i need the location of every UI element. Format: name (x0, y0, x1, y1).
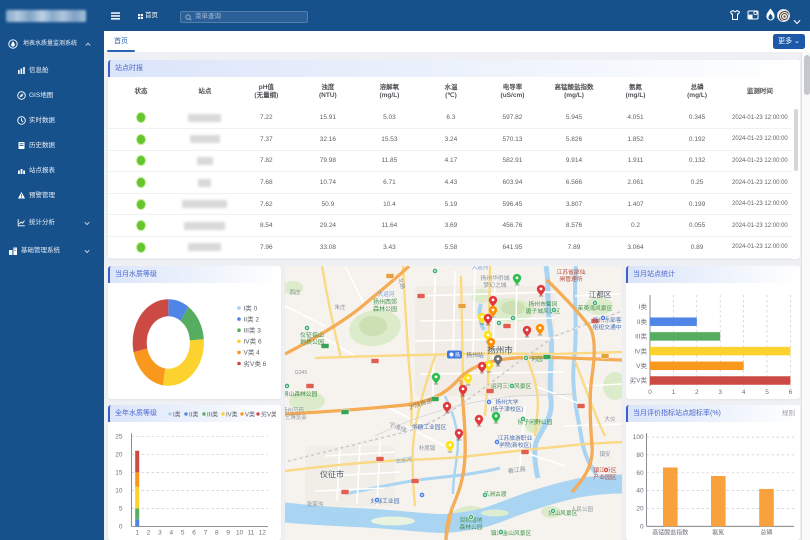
svg-text:扬州华侨城: 扬州华侨城 (481, 274, 510, 282)
svg-text:IV类: IV类 (634, 346, 647, 355)
svg-text:3: 3 (158, 530, 162, 537)
svg-text:江苏省邵仙: 江苏省邵仙 (557, 268, 586, 276)
svg-text:0: 0 (119, 524, 123, 531)
svg-text:学院(新校区): 学院(新校区) (499, 441, 532, 449)
svg-text:7: 7 (204, 530, 208, 537)
svg-text:江都区: 江都区 (589, 290, 612, 299)
svg-text:仪征市: 仪征市 (320, 469, 344, 479)
svg-text:1: 1 (135, 530, 139, 537)
svg-text:大运河: 大运河 (472, 266, 489, 271)
svg-text:V类: V类 (636, 361, 647, 370)
svg-text:2: 2 (695, 389, 699, 396)
svg-text:西庄: 西庄 (289, 288, 301, 296)
svg-text:5: 5 (119, 506, 123, 513)
svg-text:总磷: 总磷 (760, 528, 772, 536)
svg-text:扬州大学: 扬州大学 (495, 398, 518, 406)
svg-text:园艺博览会: 园艺博览会 (285, 413, 307, 421)
svg-text:20: 20 (636, 506, 644, 513)
svg-text:9: 9 (226, 530, 230, 537)
svg-text:III类 3: III类 3 (244, 326, 262, 335)
svg-text:I类: I类 (173, 410, 181, 418)
svg-text:0: 0 (648, 389, 652, 396)
svg-text:0: 0 (640, 523, 644, 530)
svg-text:V类: V类 (245, 410, 255, 418)
svg-text:11: 11 (248, 530, 255, 537)
svg-text:朴席镇: 朴席镇 (419, 444, 436, 452)
svg-text:仪征捺山: 仪征捺山 (300, 331, 324, 339)
svg-text:15: 15 (115, 469, 123, 476)
svg-text:劣V类: 劣V类 (630, 376, 648, 385)
svg-text:扬州站: 扬州站 (466, 351, 484, 359)
svg-text:森林公园: 森林公园 (459, 523, 482, 531)
svg-text:华糖工业园区: 华糖工业园区 (412, 423, 447, 431)
svg-text:(扬子津校区): (扬子津校区) (491, 405, 524, 413)
svg-text:I类 0: I类 0 (244, 303, 258, 312)
svg-text:10: 10 (115, 487, 123, 494)
svg-text:3: 3 (718, 389, 722, 396)
svg-text:60: 60 (636, 470, 644, 477)
svg-text:劣V类 6: 劣V类 6 (244, 359, 267, 368)
svg-text:镇江金山风景区: 镇江金山风景区 (491, 529, 532, 537)
svg-text:江苏旅游职业: 江苏旅游职业 (498, 434, 533, 442)
svg-text:2: 2 (147, 530, 151, 537)
svg-text:1: 1 (672, 389, 676, 396)
svg-text:8: 8 (215, 530, 219, 537)
svg-text:V类 4: V类 4 (244, 348, 261, 357)
svg-text:5: 5 (181, 530, 185, 537)
svg-text:扬州东部客运: 扬州东部客运 (593, 316, 622, 324)
svg-text:镇安: 镇安 (599, 450, 611, 458)
svg-text:10: 10 (236, 530, 244, 537)
svg-text:III类: III类 (207, 410, 218, 418)
svg-text:铜山森林公园: 铜山森林公园 (285, 390, 318, 398)
svg-text:6: 6 (192, 530, 196, 537)
svg-text:扬州市蜀冈: 扬州市蜀冈 (529, 300, 558, 308)
svg-text:I类: I类 (639, 302, 648, 311)
svg-text:40: 40 (636, 488, 644, 495)
svg-text:高锰酸盐指数: 高锰酸盐指数 (652, 528, 688, 536)
svg-text:II类: II类 (189, 410, 198, 418)
svg-text:5: 5 (765, 389, 769, 396)
svg-text:扬州西郊: 扬州西郊 (373, 298, 397, 306)
svg-text:扬州芍药: 扬州芍药 (285, 406, 304, 414)
svg-text:II类: II类 (637, 317, 648, 326)
svg-text:氨氮: 氨氮 (712, 528, 724, 536)
svg-text:6: 6 (789, 389, 793, 396)
svg-text:大运河: 大运河 (378, 290, 395, 298)
svg-text:张家沟: 张家沟 (307, 500, 324, 508)
svg-text:朱庄: 朱庄 (334, 303, 346, 311)
svg-text:II类 2: II类 2 (244, 314, 260, 323)
svg-text:4: 4 (169, 530, 173, 537)
svg-text:产业园区: 产业园区 (593, 473, 616, 481)
svg-text:25: 25 (115, 433, 123, 440)
svg-text:12: 12 (259, 530, 267, 537)
svg-text:何园: 何园 (531, 355, 543, 363)
svg-text:G345: G345 (295, 370, 307, 376)
svg-text:III类: III类 (635, 332, 647, 341)
svg-text:扬: 扬 (455, 352, 460, 359)
svg-text:闸管理所: 闸管理所 (559, 275, 582, 283)
svg-text:80: 80 (636, 452, 644, 459)
svg-text:IV类 6: IV类 6 (244, 337, 262, 346)
svg-text:劣V类: 劣V类 (261, 410, 276, 418)
svg-text:20: 20 (115, 451, 123, 458)
svg-text:大仪: 大仪 (604, 415, 616, 423)
svg-text:IV类: IV类 (226, 410, 238, 418)
svg-text:森林公园: 森林公园 (373, 305, 397, 313)
svg-text:梦幻之城: 梦幻之城 (483, 281, 506, 289)
svg-text:枢纽交通中心: 枢纽交通中心 (593, 323, 622, 331)
svg-text:4: 4 (742, 389, 746, 396)
svg-text:地质公园: 地质公园 (300, 338, 324, 346)
svg-text:100: 100 (633, 434, 644, 441)
